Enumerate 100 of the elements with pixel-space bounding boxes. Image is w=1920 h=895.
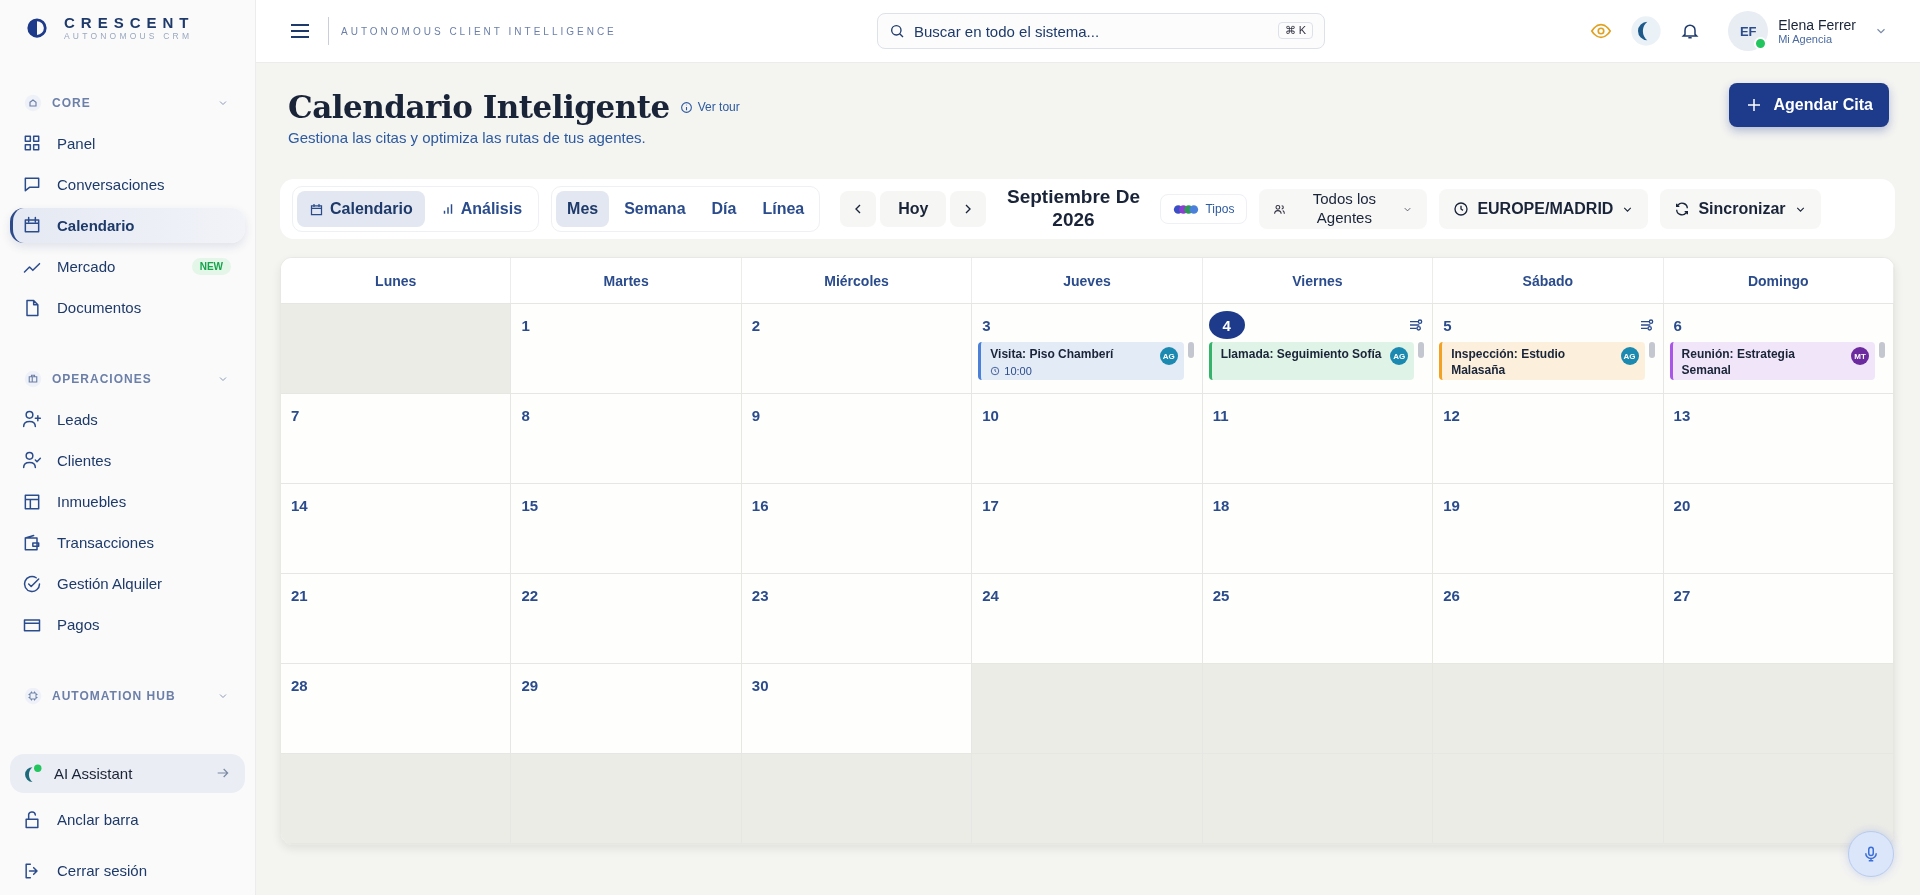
day-cell[interactable]	[281, 304, 512, 393]
shortcut-key: ⌘ K	[1277, 22, 1313, 39]
day-number: 27	[1673, 586, 1691, 604]
sync-dropdown[interactable]: Sincronizar	[1660, 189, 1821, 229]
previous-button[interactable]	[840, 191, 877, 227]
nav-item[interactable]: Leads	[10, 402, 245, 437]
day-number: 21	[291, 586, 308, 604]
unlock-icon	[22, 809, 42, 830]
microphone-icon	[1862, 845, 1880, 863]
range-tab[interactable]: Semana	[613, 191, 697, 227]
agent-avatar: AG	[1620, 347, 1639, 365]
day-cell[interactable]	[972, 754, 1203, 843]
app-tagline: AUTONOMOUS CLIENT INTELLIGENCE	[341, 25, 617, 37]
day-number: 19	[1443, 496, 1460, 514]
day-number: 12	[1443, 406, 1460, 424]
day-cell[interactable]: 14	[281, 484, 512, 573]
scrollbar-thumb[interactable]	[1648, 342, 1655, 358]
day-cell[interactable]	[1433, 664, 1664, 753]
day-cell[interactable]	[281, 754, 512, 843]
day-number: 28	[291, 676, 308, 694]
nav-item[interactable]: Gestión Alquiler	[10, 566, 245, 601]
logo-icon	[26, 16, 48, 39]
event-card[interactable]: Inspección: Estudio Malasaña AG	[1439, 342, 1645, 380]
user-name: Elena Ferrer	[1778, 17, 1856, 33]
users-icon	[1273, 202, 1287, 216]
weekday-header: Lunes	[281, 258, 512, 303]
view-tab[interactable]: Análisis	[428, 191, 535, 227]
day-number: 3	[982, 316, 991, 334]
section-header[interactable]: AUTOMATION HUB	[10, 682, 245, 710]
day-number: 17	[982, 496, 999, 514]
refresh-icon	[1674, 201, 1691, 217]
event-card[interactable]: Reunión: Estrategia Semanal MT	[1669, 342, 1875, 380]
range-tab[interactable]: Mes	[556, 191, 610, 227]
day-cell[interactable]: 21	[281, 574, 512, 663]
day-cell[interactable]	[511, 754, 742, 843]
types-button[interactable]: Tipos	[1160, 194, 1248, 224]
page-subtitle: Gestiona las citas y optimiza las rutas de tus agentes.	[288, 129, 647, 146]
event-title: Llamada: Seguimiento Sofía	[1220, 347, 1383, 363]
nav-item[interactable]: Inmuebles	[10, 484, 245, 519]
day-cell[interactable]	[972, 664, 1203, 753]
agent-avatar: MT	[1851, 347, 1869, 365]
period-label: Septiembre De 2026	[1005, 186, 1141, 232]
day-number: 1	[521, 316, 530, 334]
search-icon	[889, 23, 905, 39]
event-title: Visita: Piso Chamberí	[990, 347, 1115, 363]
scrollbar-thumb[interactable]	[1879, 342, 1885, 358]
nav-item[interactable]: Conversaciones	[10, 167, 245, 202]
day-number: 13	[1673, 406, 1691, 424]
nav-item[interactable]: Documentos	[10, 290, 245, 325]
view-tab[interactable]: Calendario	[297, 191, 425, 227]
agents-dropdown[interactable]: Todos los Agentes	[1259, 189, 1428, 229]
schedule-button[interactable]: Agendar Cita	[1729, 83, 1889, 127]
day-number: 20	[1673, 496, 1691, 514]
info-icon	[679, 100, 693, 114]
footer-link[interactable]: Anclar barra	[10, 802, 245, 837]
next-button[interactable]	[950, 191, 987, 227]
section-header[interactable]: CORE	[10, 89, 245, 117]
day-cell[interactable]	[1663, 754, 1894, 843]
scrollbar-thumb[interactable]	[1187, 342, 1194, 358]
weekday-header: Viernes	[1202, 258, 1434, 303]
day-number: 23	[751, 586, 769, 604]
nav-item[interactable]: Mercado NEW	[10, 249, 245, 284]
microphone-button[interactable]	[1848, 831, 1894, 877]
day-cell[interactable]	[741, 754, 973, 843]
day-number: 10	[982, 406, 999, 424]
nav-item[interactable]: Pagos	[10, 607, 245, 642]
footer-link[interactable]: Cerrar sesión	[10, 853, 245, 888]
scrollbar-thumb[interactable]	[1418, 342, 1425, 358]
today-button[interactable]: Hoy	[880, 191, 947, 227]
tour-link[interactable]: Ver tour	[679, 100, 740, 114]
timezone-dropdown[interactable]: EUROPE/MADRID	[1439, 189, 1649, 229]
day-cell[interactable]: 28	[281, 664, 512, 753]
weekday-header: Jueves	[972, 258, 1203, 303]
nav-item[interactable]: Panel	[10, 126, 245, 161]
day-number: 18	[1212, 496, 1230, 514]
page-title: Calendario Inteligente	[288, 89, 670, 125]
day-cell[interactable]: 7	[281, 394, 512, 483]
agent-avatar: AG	[1159, 347, 1178, 365]
event-card[interactable]: Llamada: Seguimiento Sofía AG	[1208, 342, 1415, 380]
user-avatar[interactable]: EF	[1728, 11, 1769, 51]
day-number: 16	[751, 496, 769, 514]
day-number: 6	[1673, 316, 1682, 334]
day-number: 25	[1212, 586, 1230, 604]
user-check-icon	[22, 450, 42, 471]
day-number: 29	[521, 676, 539, 694]
home-icon	[24, 93, 42, 112]
day-cell[interactable]	[1663, 664, 1894, 753]
event-card[interactable]: Visita: Piso Chamberí 10:00 AG	[978, 342, 1184, 380]
weekday-header: Miércoles	[741, 258, 973, 303]
nav-item[interactable]: Calendario	[10, 208, 245, 243]
weekday-header: Martes	[511, 258, 742, 303]
nav-item[interactable]: Clientes	[10, 443, 245, 478]
day-cell[interactable]	[1202, 664, 1434, 753]
range-tab[interactable]: Línea	[751, 191, 816, 227]
assistant-button[interactable]: AI Assistant	[10, 753, 245, 793]
range-tab[interactable]: Día	[700, 191, 748, 227]
crescent-icon[interactable]	[1630, 15, 1663, 47]
day-number: 2	[751, 316, 761, 334]
nav-item[interactable]: Transacciones	[10, 525, 245, 560]
section-header[interactable]: OPERACIONES	[10, 365, 245, 393]
